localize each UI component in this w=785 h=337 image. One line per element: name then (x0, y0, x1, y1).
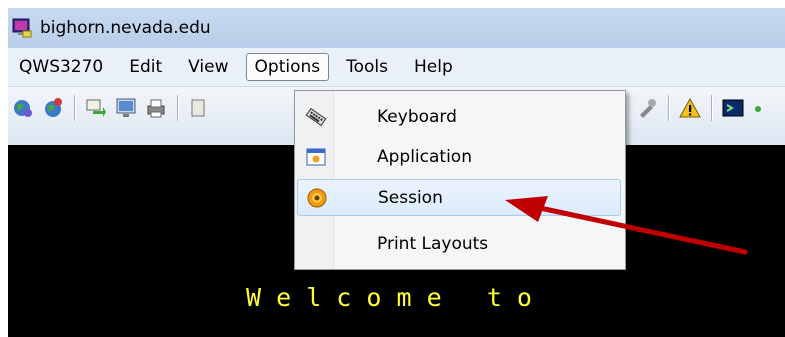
app-monitor-icon (12, 18, 32, 38)
menu-item-label: Session (378, 187, 443, 208)
window-title: bighorn.nevada.edu (40, 18, 211, 38)
menu-qws3270[interactable]: QWS3270 (10, 53, 112, 81)
application-icon (305, 146, 327, 168)
connect-globe-icon[interactable] (12, 97, 34, 119)
screen-icon[interactable] (115, 97, 137, 119)
menu-options[interactable]: Options (245, 53, 330, 81)
transfer-icon[interactable] (85, 97, 107, 119)
menu-help[interactable]: Help (405, 53, 462, 81)
disconnect-globe-icon[interactable] (42, 97, 64, 119)
menu-bar: QWS3270 Edit View Options Tools Help (8, 48, 785, 87)
menu-item-label: Application (377, 146, 472, 167)
print-icon[interactable] (145, 97, 167, 119)
toolbar-separator (74, 95, 75, 121)
menu-item-keyboard[interactable]: Keyboard (297, 98, 621, 135)
session-gear-icon (306, 187, 328, 209)
toolbar-separator (177, 95, 178, 121)
title-bar[interactable]: bighorn.nevada.edu (8, 8, 785, 48)
tool-icon[interactable] (636, 97, 658, 119)
options-dropdown-menu: Keyboard Application Session Print Layou… (294, 90, 626, 270)
terminal-welcome-text: W e l c o m e t o (246, 283, 532, 312)
menu-item-label: Keyboard (377, 106, 457, 127)
toolbar-separator (668, 95, 669, 121)
toolbar-separator (711, 95, 712, 121)
menu-item-print-layouts[interactable]: Print Layouts (297, 225, 621, 262)
menu-item-session[interactable]: Session (297, 179, 621, 216)
toolbar-right-group (632, 87, 766, 129)
menu-item-label: Print Layouts (377, 233, 489, 254)
menu-item-application[interactable]: Application (297, 138, 621, 175)
menu-edit[interactable]: Edit (120, 53, 171, 81)
menu-tools[interactable]: Tools (337, 53, 397, 81)
extra-icon[interactable] (752, 97, 762, 119)
warning-icon[interactable] (679, 97, 701, 119)
terminal-icon[interactable] (722, 97, 744, 119)
keyboard-icon (305, 106, 327, 128)
settings-icon[interactable] (188, 97, 210, 119)
menu-view[interactable]: View (179, 53, 237, 81)
